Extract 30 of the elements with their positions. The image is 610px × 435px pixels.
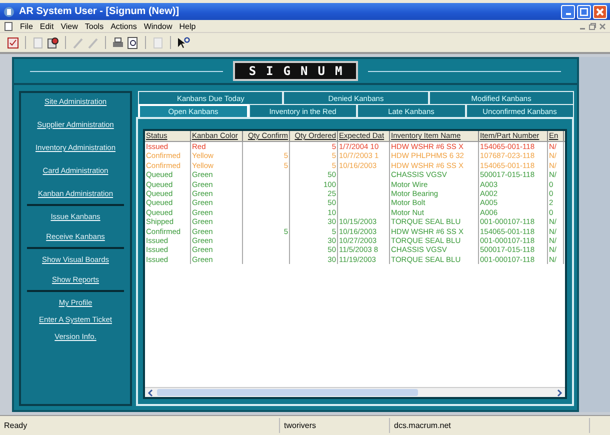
close-button[interactable] xyxy=(593,4,607,18)
menu-item[interactable]: Edit xyxy=(40,22,54,30)
menu-item[interactable]: Help xyxy=(179,22,196,30)
menu-item[interactable]: Tools xyxy=(84,22,104,30)
close-icon[interactable] xyxy=(599,22,606,30)
maximize-button[interactable] xyxy=(577,4,591,18)
restore-icon[interactable] xyxy=(589,22,596,30)
status-text: tworivers xyxy=(284,421,316,430)
scroll-thumb[interactable] xyxy=(157,389,418,396)
print-preview-icon[interactable] xyxy=(126,36,140,50)
form-icon[interactable] xyxy=(6,36,20,50)
menu-item[interactable]: File xyxy=(20,22,33,30)
minimize-button[interactable] xyxy=(561,4,575,18)
status-text: dcs.macrum.net xyxy=(394,421,451,430)
horizontal-scrollbar[interactable] xyxy=(145,387,565,397)
close-icon xyxy=(596,8,604,16)
menu-item[interactable]: View xyxy=(60,22,78,30)
maximize-icon xyxy=(580,8,588,16)
status-text: Ready xyxy=(4,421,28,430)
printer-icon[interactable] xyxy=(111,36,125,50)
help-icon[interactable] xyxy=(176,36,190,50)
logo: SIGNUM xyxy=(232,61,358,81)
menu-item[interactable]: Actions xyxy=(110,22,137,30)
scroll-right-icon[interactable] xyxy=(555,388,563,396)
document-icon xyxy=(4,22,13,30)
app-icon xyxy=(3,6,15,18)
menu-item[interactable]: Window xyxy=(144,22,172,30)
minimize-icon xyxy=(566,13,570,15)
scroll-left-icon[interactable] xyxy=(147,388,155,396)
window-title: AR System User - [Signum (New)] xyxy=(19,6,180,17)
